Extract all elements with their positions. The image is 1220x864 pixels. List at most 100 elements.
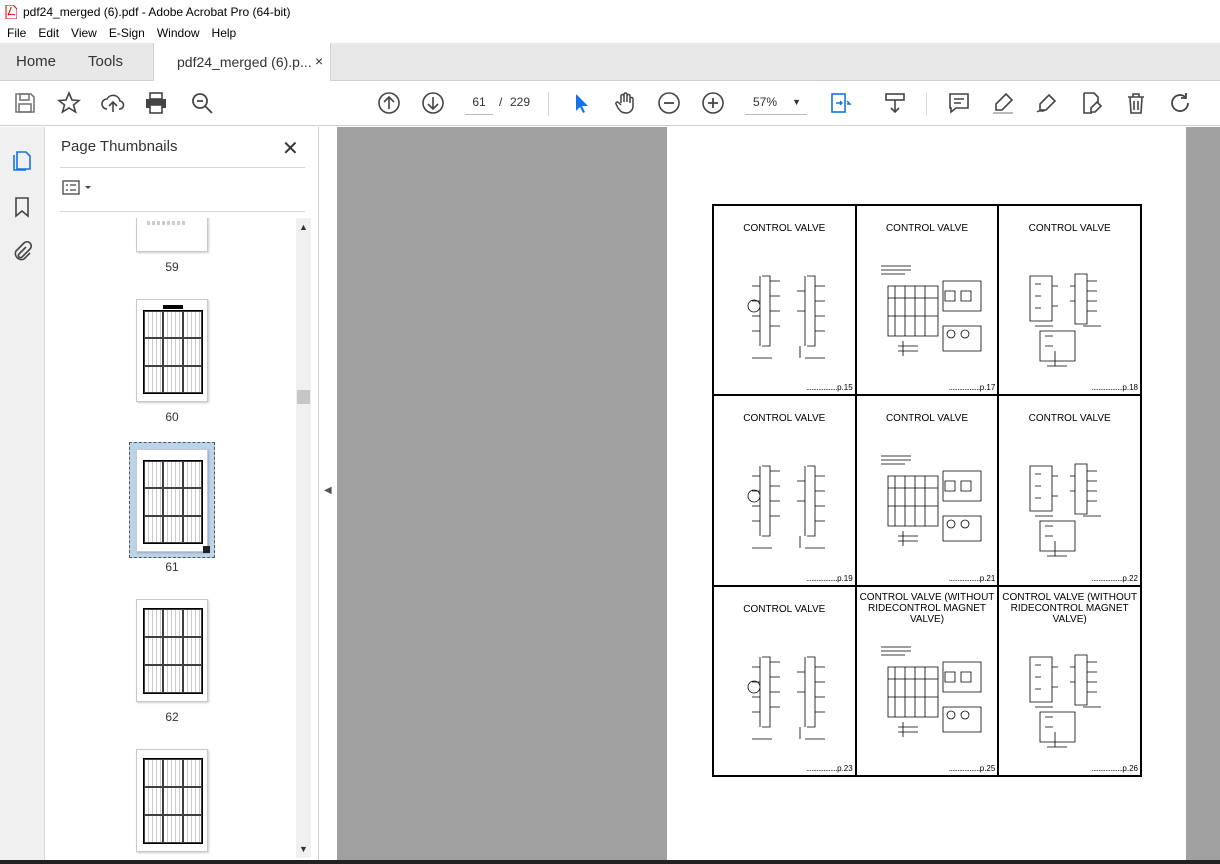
catalog-cell: CONTROL VALVE ..................p.21 — [855, 395, 999, 586]
select-arrow-icon[interactable] — [569, 91, 593, 115]
comment-icon[interactable] — [947, 91, 971, 115]
thumbnail-resize-handle[interactable] — [203, 546, 210, 553]
catalog-cell: CONTROL VALVE ..................p.19 — [713, 395, 856, 586]
close-icon[interactable]: ✕ — [282, 136, 299, 161]
page-ref-label: p.25 — [979, 763, 996, 773]
bookmark-icon[interactable] — [10, 195, 34, 219]
thumbnail-page-59[interactable] — [136, 218, 208, 252]
title-bar: pdf24_merged (6).pdf - Adobe Acrobat Pro… — [0, 0, 1220, 23]
page-ref-label: p.26 — [1122, 763, 1138, 773]
tab-close-icon[interactable]: × — [315, 53, 323, 69]
leader-dots: .................. — [948, 763, 981, 773]
cell-title: CONTROL VALVE — [1028, 223, 1111, 234]
page-down-icon[interactable] — [421, 91, 445, 115]
save-icon[interactable] — [13, 91, 37, 115]
tab-bar: Home Tools pdf24_merged (6).p... × — [0, 43, 1220, 81]
tab-home[interactable]: Home — [16, 53, 56, 70]
page-ref-label: p.18 — [1122, 383, 1138, 393]
page-ref-label: p.21 — [979, 573, 996, 583]
valve-diagram — [1029, 273, 1102, 367]
cell-page-ref: ..................p.26 — [1091, 764, 1138, 773]
valve-diagram — [880, 646, 982, 737]
thumbnail-page-60[interactable] — [136, 299, 208, 402]
tab-document[interactable]: pdf24_merged (6).p... × — [153, 43, 331, 81]
panel-collapse-handle[interactable]: ◀ — [319, 127, 337, 864]
cell-page-ref: ..................p.21 — [949, 574, 996, 583]
valve-diagram — [747, 656, 825, 740]
upload-icon[interactable] — [101, 91, 125, 115]
thumbnail-options-button[interactable] — [62, 180, 92, 199]
cell-page-ref: ..................p.22 — [1091, 574, 1138, 583]
thumbnail-label: 62 — [165, 710, 179, 724]
toolbar-divider — [926, 92, 927, 116]
thumbnail-scrollbar[interactable]: ▲ ▼ — [296, 218, 311, 858]
zoom-value: 57% — [753, 95, 778, 109]
page-thumbnails-icon[interactable] — [10, 149, 34, 173]
scroll-down-icon[interactable]: ▼ — [299, 844, 308, 854]
scroll-up-icon[interactable]: ▲ — [299, 222, 308, 232]
cell-title: CONTROL VALVE — [743, 413, 826, 425]
valve-diagram — [1029, 654, 1102, 748]
scroll-mode-icon[interactable] — [883, 91, 907, 115]
cell-page-ref: ..................p.19 — [806, 574, 853, 583]
edit-pdf-icon[interactable] — [1080, 91, 1104, 115]
valve-diagram — [747, 465, 825, 549]
fit-page-icon[interactable] — [829, 91, 853, 115]
zoom-in-icon[interactable] — [701, 91, 725, 115]
thumbnail-label: 61 — [165, 560, 179, 574]
leader-dots: .................. — [806, 383, 838, 393]
zoom-select[interactable]: 57% ▼ — [745, 91, 807, 115]
cell-title: CONTROL VALVE (WITHOUT RIDECONTROL MAGNE… — [859, 591, 995, 625]
scrollbar-thumb[interactable] — [297, 390, 310, 404]
menu-file[interactable]: File — [0, 26, 31, 40]
thumbnail-list: 59 60 61 62 — [60, 218, 296, 858]
tab-tools[interactable]: Tools — [88, 53, 123, 70]
cell-title: CONTROL VALVE — [885, 223, 969, 234]
toolbar: 61 / 229 57% ▼ — [0, 81, 1220, 126]
catalog-cell: CONTROL VALVE ..................p.18 — [998, 205, 1141, 396]
cell-title: CONTROL VALVE (WITHOUT RIDECONTROL MAGNE… — [1002, 591, 1138, 625]
cell-title: CONTROL VALVE — [885, 413, 969, 425]
rotate-icon[interactable] — [1168, 91, 1192, 115]
sign-icon[interactable] — [1035, 91, 1059, 115]
thumbnail-label: 59 — [165, 260, 179, 274]
thumbnail-page-62[interactable] — [136, 599, 208, 702]
thumbnail-content — [147, 221, 187, 225]
page-ref-label: p.15 — [837, 383, 853, 393]
zoom-out-icon[interactable] — [657, 91, 681, 115]
menu-help[interactable]: Help — [205, 26, 242, 40]
toolbar-divider — [548, 92, 549, 116]
thumbnail-page-61[interactable] — [136, 449, 208, 552]
valve-diagram — [1029, 463, 1102, 557]
catalog-cell: CONTROL VALVE ..................p.22 — [998, 395, 1141, 586]
zoom-search-icon[interactable] — [190, 91, 214, 115]
thumbnail-page-63[interactable] — [136, 749, 208, 852]
menu-window[interactable]: Window — [150, 26, 205, 40]
thumbnail-grid — [143, 608, 203, 694]
page-grid: CONTROL VALVE ..................p.15 CONTR… — [712, 204, 1142, 777]
menu-edit[interactable]: Edit — [31, 26, 64, 40]
page-number-input[interactable]: 61 — [465, 91, 493, 115]
page-ref-label: p.22 — [1122, 573, 1138, 583]
divider — [60, 211, 305, 212]
hand-icon[interactable] — [613, 91, 637, 115]
cell-page-ref: ..................p.15 — [806, 383, 853, 392]
menu-esign[interactable]: E-Sign — [102, 26, 150, 40]
menu-view[interactable]: View — [64, 26, 102, 40]
catalog-cell: CONTROL VALVE ..................p.17 — [855, 205, 999, 396]
page-up-icon[interactable] — [377, 91, 401, 115]
delete-icon[interactable] — [1124, 91, 1148, 115]
star-icon[interactable] — [56, 90, 82, 115]
leader-dots: .................. — [948, 573, 981, 583]
attachment-icon[interactable] — [10, 240, 34, 264]
page-separator: / — [499, 95, 503, 109]
print-icon[interactable] — [144, 91, 168, 115]
highlight-icon[interactable] — [991, 91, 1015, 115]
total-pages: 229 — [510, 95, 531, 109]
collapse-left-icon: ◀ — [324, 485, 332, 496]
document-view[interactable]: CONTROL VALVE ..................p.15 CONTR… — [337, 127, 1220, 864]
left-rail — [0, 127, 45, 864]
cell-title: CONTROL VALVE — [743, 223, 826, 234]
leader-dots: .................. — [806, 763, 838, 773]
cell-page-ref: ..................p.17 — [949, 383, 996, 392]
